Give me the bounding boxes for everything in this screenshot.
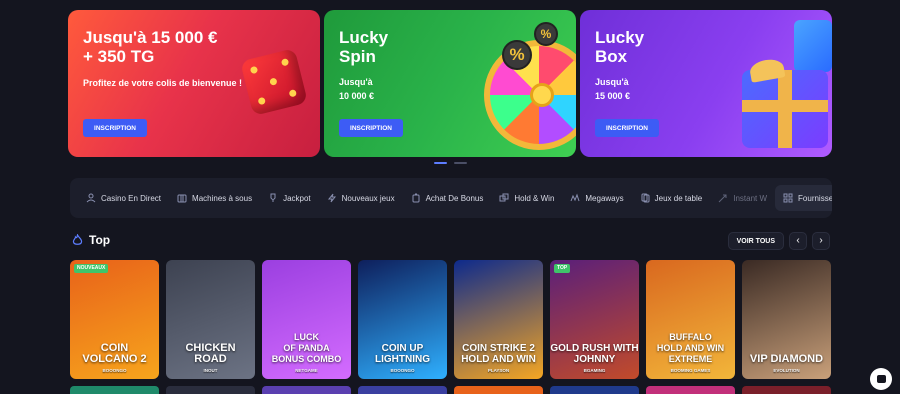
wheel-hub-icon <box>530 83 554 107</box>
carousel-pagination <box>434 162 467 164</box>
game-provider: BOOONGO <box>390 368 415 373</box>
game-tile[interactable] <box>166 386 255 394</box>
category-label: Jeux de table <box>654 193 703 203</box>
game-tile[interactable]: LUCK OF PANDA BONUS COMBO NETGAME <box>262 260 351 379</box>
game-provider: PLAYSON <box>487 368 510 373</box>
game-title: GOLD RUSH WITH JOHNNY <box>550 343 639 365</box>
game-title: COIN STRIKE 2 HOLD AND WIN <box>461 343 536 365</box>
banner-title: Lucky Spin <box>339 28 389 66</box>
game-tile[interactable]: CHICKEN ROAD INOUT <box>166 260 255 379</box>
category-bonus-buy[interactable]: Achat De Bonus <box>403 185 492 211</box>
percent-badge-icon: % <box>502 40 532 70</box>
live-dealer-icon <box>86 193 96 203</box>
game-tile[interactable] <box>742 386 831 394</box>
category-label: Casino En Direct <box>101 193 162 203</box>
category-label: Instant W <box>733 193 768 203</box>
category-live-casino[interactable]: Casino En Direct <box>78 185 169 211</box>
game-tile[interactable] <box>262 386 351 394</box>
section-controls: VOIR TOUS ‹ › <box>727 232 830 250</box>
game-provider: INOUT <box>203 368 218 373</box>
providers-icon <box>783 193 793 203</box>
signup-button[interactable]: INSCRIPTION <box>595 119 659 137</box>
section-header-top: Top <box>72 233 110 247</box>
game-tile[interactable]: COIN UP LIGHTNING BOOONGO <box>358 260 447 379</box>
promo-carousel: Jusqu'à 15 000 € + 350 TG Profitez de vo… <box>68 10 832 157</box>
carousel-dot[interactable] <box>434 162 447 164</box>
game-title: BUFFALO HOLD AND WIN EXTREME <box>656 332 725 364</box>
jackpot-icon <box>270 193 276 202</box>
table-games-icon <box>641 193 650 203</box>
category-label: Machines à sous <box>192 193 253 203</box>
game-tile[interactable] <box>358 386 447 394</box>
game-title: CHICKEN ROAD <box>185 342 236 365</box>
new-games-icon <box>327 193 336 203</box>
category-megaways[interactable]: Megaways <box>562 185 631 211</box>
dice-illustration <box>240 48 308 116</box>
category-new-games[interactable]: Nouveaux jeux <box>319 185 403 211</box>
game-tile[interactable] <box>454 386 543 394</box>
game-title: VIP DIAMOND <box>749 353 824 365</box>
category-slots[interactable]: Machines à sous <box>169 185 260 211</box>
game-title: COIN UP LIGHTNING <box>375 343 430 365</box>
view-all-button[interactable]: VOIR TOUS <box>727 232 784 250</box>
next-arrow-icon[interactable]: › <box>812 232 830 250</box>
game-tile[interactable]: TOP GOLD RUSH WITH JOHNNY BGAMING <box>550 260 639 379</box>
game-badge: NOUVEAUX <box>74 264 109 273</box>
game-tile[interactable]: BUFFALO HOLD AND WIN EXTREME BOOMING GAME… <box>646 260 735 379</box>
banner-title: Lucky Box <box>595 28 645 66</box>
game-badge: TOP <box>554 264 571 273</box>
casino-home: Jusqu'à 15 000 € + 350 TG Profitez de vo… <box>0 0 900 394</box>
game-tile[interactable] <box>70 386 159 394</box>
gift-box-icon <box>794 20 832 72</box>
promo-banner-welcome[interactable]: Jusqu'à 15 000 € + 350 TG Profitez de vo… <box>68 10 320 157</box>
game-tile[interactable]: COIN STRIKE 2 HOLD AND WIN PLAYSON <box>454 260 543 379</box>
category-label: Megaways <box>585 193 624 203</box>
category-table-games[interactable]: Jeux de table <box>632 185 711 211</box>
megaways-icon <box>570 193 580 202</box>
category-nav: Casino En Direct Machines à sous Jackpot… <box>70 178 832 218</box>
promo-banner-lucky-spin[interactable]: Lucky Spin Jusqu'à 10 000 € % % INSCRIPT… <box>324 10 576 157</box>
game-title: COIN VOLCANO 2 <box>82 342 147 365</box>
category-hold-win[interactable]: Hold & Win <box>491 185 562 211</box>
game-tile[interactable]: VIP DIAMOND EVOLUTION <box>742 260 831 379</box>
banner-title: Jusqu'à 15 000 € + 350 TG <box>83 28 218 66</box>
prev-arrow-icon[interactable]: ‹ <box>789 232 807 250</box>
game-provider: BOOONGO <box>102 368 127 373</box>
category-label: Hold & Win <box>514 193 555 203</box>
category-instant-win[interactable]: Instant W <box>710 185 775 211</box>
carousel-dot[interactable] <box>454 162 467 164</box>
game-grid: NOUVEAUX COIN VOLCANO 2 BOOONGO CHICKEN ROA… <box>70 260 831 379</box>
category-label: Achat De Bonus <box>425 193 484 203</box>
game-tile[interactable]: NOUVEAUX COIN VOLCANO 2 BOOONGO <box>70 260 159 379</box>
instant-win-icon <box>718 194 727 203</box>
game-provider: EVOLUTION <box>773 368 800 373</box>
signup-button[interactable]: INSCRIPTION <box>339 119 403 137</box>
percent-badge-icon: % <box>534 22 558 46</box>
chat-icon <box>876 375 886 383</box>
category-label: Jackpot <box>283 193 311 203</box>
category-label: Fournisseurs <box>798 193 832 203</box>
game-provider: NETGAME <box>295 368 318 373</box>
hold-win-icon <box>499 193 509 202</box>
slot-machine-icon <box>177 194 187 203</box>
signup-button[interactable]: INSCRIPTION <box>83 119 147 137</box>
game-tile[interactable] <box>646 386 735 394</box>
game-provider: BGAMING <box>583 368 606 373</box>
bonus-buy-icon <box>412 193 420 203</box>
category-label: Nouveaux jeux <box>341 193 395 203</box>
category-jackpot[interactable]: Jackpot <box>260 185 319 211</box>
game-tile[interactable] <box>550 386 639 394</box>
category-providers[interactable]: Fournisseurs <box>775 185 832 211</box>
promo-banner-lucky-box[interactable]: Lucky Box Jusqu'à 15 000 € INSCRIPTION <box>580 10 832 157</box>
game-title: LUCK OF PANDA BONUS COMBO <box>271 332 342 364</box>
fire-icon <box>72 234 83 245</box>
game-provider: BOOMING GAMES <box>670 368 711 373</box>
chat-support-button[interactable] <box>870 368 892 390</box>
game-grid-row-2 <box>70 386 831 394</box>
section-title: Top <box>89 233 111 247</box>
